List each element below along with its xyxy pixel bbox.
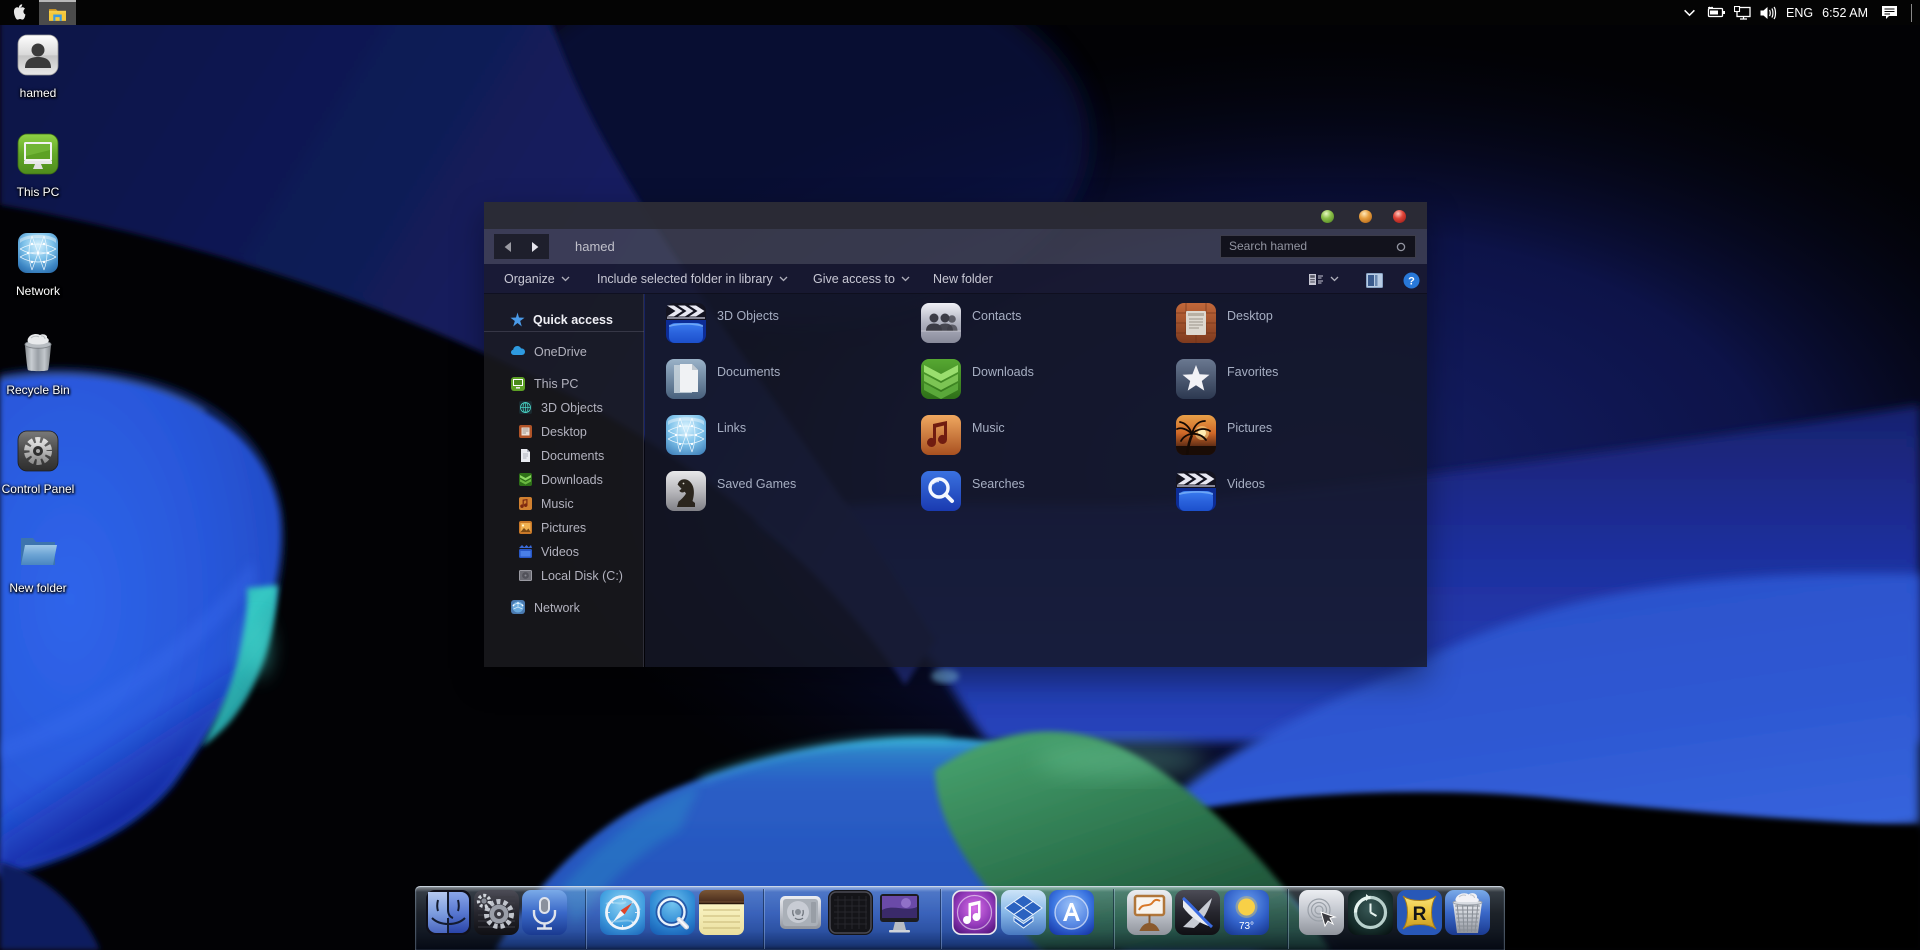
svg-text:?: ? [1408,276,1415,288]
svg-text:R: R [1413,904,1427,925]
svg-text:73°: 73° [1239,921,1254,932]
